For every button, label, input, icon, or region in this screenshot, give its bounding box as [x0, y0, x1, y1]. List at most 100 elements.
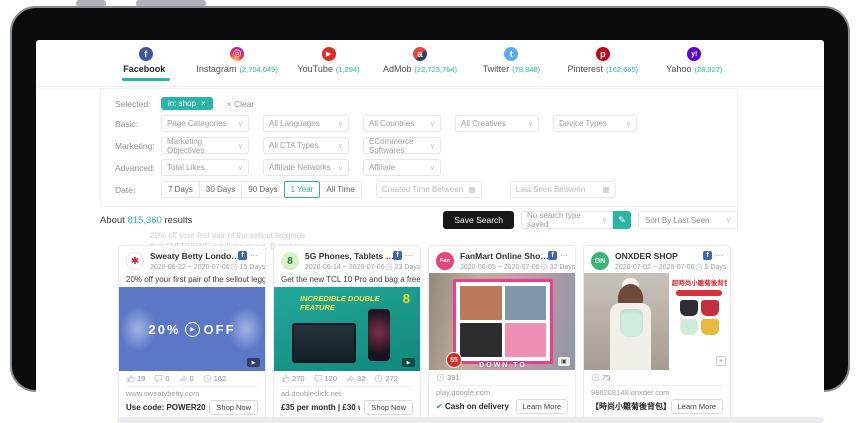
ad-domain-link[interactable]: 986208148.onxder.com — [584, 386, 730, 398]
ecommerce-softwares-select[interactable]: ECommerce Softwares∨ — [363, 137, 441, 154]
chevron-down-icon: ∨ — [430, 164, 435, 172]
tab-label: Instagram — [196, 64, 236, 74]
play-icon[interactable]: ▶ — [185, 322, 200, 337]
date-range-7-days[interactable]: 7 Days — [161, 181, 200, 198]
clear-filters-link[interactable]: × Clear — [227, 99, 255, 109]
date-range-30-days[interactable]: 30 Days — [199, 181, 242, 198]
more-options-icon[interactable]: ⋯ — [715, 251, 723, 260]
ad-card-sweaty-betty[interactable]: ✱ Sweaty Betty London | Wom… f ⋯ 2020-06… — [118, 245, 266, 423]
ad-date-range: 2020-06-05 ~ 2020-07-06 — [460, 264, 540, 271]
created-time-between-input[interactable]: Created Time Between▦ — [376, 181, 482, 198]
product-tile — [460, 323, 502, 357]
affiliate-select[interactable]: Affiliate∨ — [363, 159, 441, 176]
facebook-badge-icon: f — [703, 251, 712, 260]
tab-youtube[interactable]: ▶ YouTube(1,294) — [283, 40, 374, 86]
backpack-thumb — [701, 300, 719, 316]
tab-twitter[interactable]: t Twitter(78,848) — [466, 40, 557, 86]
date-range-all-time[interactable]: All Time — [319, 181, 361, 198]
date-range-1-year[interactable]: 1 Year — [284, 181, 321, 198]
advertiser-title[interactable]: 5G Phones, Tablets & SIMs | … — [305, 251, 397, 261]
backpack-illustration — [620, 309, 643, 337]
sort-by-select[interactable]: Sort By Last Seen∨ — [638, 211, 738, 229]
saved-search-select[interactable]: No search type saved∨ — [521, 211, 613, 229]
ad-date-range: 2020-06-14 ~ 2020-07-06 — [305, 264, 385, 271]
tab-count: (78,848) — [512, 65, 540, 74]
tab-label: Yahoo — [666, 64, 691, 74]
shop-now-button[interactable]: Shop Now — [209, 400, 258, 415]
chevron-down-icon: ∨ — [238, 164, 243, 172]
filter-row-advanced: Advanced: Total Likes∨ Affiliate Network… — [115, 159, 737, 176]
video-indicator-icon: ▶ — [247, 358, 260, 367]
marketing-objectives-select[interactable]: Marketing Objectives∨ — [161, 137, 249, 154]
more-options-icon[interactable]: ⋯ — [560, 251, 568, 260]
ad-headline: 【時尚小雛菊後背包】小雛菊刺… — [591, 401, 667, 412]
advertiser-avatar[interactable]: 8 — [281, 252, 299, 270]
results-count-value: 815,360 — [127, 215, 161, 226]
chevron-down-icon: ∨ — [338, 164, 343, 172]
ad-card-fanmart[interactable]: Fan FanMart Online Shopping - F… f ⋯ 202… — [428, 245, 576, 423]
model-photo — [584, 273, 669, 370]
date-range-segmented-control: 7 Days 30 Days 90 Days 1 Year All Time — [161, 181, 362, 198]
chevron-down-icon: ∨ — [430, 120, 435, 128]
cta-types-select[interactable]: All CTA Types∨ — [263, 137, 349, 154]
ad-creative-image[interactable]: 20% ▶ OFF ▶ — [119, 287, 265, 371]
more-options-icon[interactable]: ⋯ — [250, 251, 258, 260]
tab-count: (22,723,764) — [414, 65, 457, 74]
chip-close-icon[interactable]: × — [201, 99, 206, 108]
clock-icon — [374, 374, 383, 383]
ad-date-range: 2020-07-02 ~ 2020-07-06 — [615, 264, 695, 271]
ad-headline: Use code: POWER20 — [126, 403, 205, 412]
ad-card-onxder[interactable]: ON ONXDER SHOP f ⋯ 2020-07-02 ~ 2020-07-… — [583, 245, 731, 423]
facebook-icon: f — [139, 47, 153, 61]
ad-creative-image[interactable]: DOWN TO $5 ▣ — [429, 273, 575, 370]
device-types-select[interactable]: Device Types∨ — [553, 115, 637, 132]
date-range-90-days[interactable]: 90 Days — [241, 181, 284, 198]
ad-domain-link[interactable]: ad.doubleclick.net — [274, 387, 420, 399]
selected-filter-chip[interactable]: in: shop × — [161, 97, 213, 110]
product-tile — [505, 323, 547, 357]
last-seen-between-input[interactable]: Last Seen Between▦ — [510, 181, 616, 198]
tab-pinterest[interactable]: p Pinterest(162,665) — [557, 40, 648, 86]
languages-select[interactable]: All Languages∨ — [263, 115, 349, 132]
more-options-icon[interactable]: ⋯ — [405, 251, 413, 260]
tab-yahoo[interactable]: y! Yahoo(28,027) — [649, 40, 740, 86]
ad-creative-image[interactable]: 超時尚小雛菊後背包 + — [584, 273, 730, 370]
ad-domain-link[interactable]: play.google.com — [429, 386, 575, 398]
tab-count: (162,665) — [606, 65, 638, 74]
tab-label: Twitter — [483, 64, 510, 74]
save-search-button[interactable]: Save Search — [443, 211, 514, 229]
page-categories-select[interactable]: Page Categories∨ — [161, 115, 249, 132]
ad-card-5g-phones[interactable]: 8 5G Phones, Tablets & SIMs | … f ⋯ 2020… — [273, 245, 421, 423]
ad-creative-image[interactable]: INCREDIBLE DOUBLE FEATURE 8 ▶ — [274, 287, 420, 371]
shop-now-button[interactable]: Shop Now — [364, 400, 413, 415]
advertiser-avatar[interactable]: ✱ — [126, 252, 144, 270]
advertiser-title[interactable]: ONXDER SHOP — [615, 251, 707, 261]
edit-saved-search-button[interactable]: ✎ — [613, 211, 631, 229]
backpack-thumb — [680, 319, 698, 335]
learn-more-button[interactable]: Learn More — [516, 399, 568, 414]
advertiser-title[interactable]: Sweaty Betty London | Wom… — [150, 251, 242, 261]
chevron-down-icon: ∨ — [626, 120, 631, 128]
tab-admob[interactable]: a AdMob(22,723,764) — [374, 40, 465, 86]
learn-more-button[interactable]: Learn More — [671, 399, 723, 414]
advertiser-avatar[interactable]: ON — [591, 252, 609, 270]
ad-domain-link[interactable]: www.sweatybetty.com — [119, 387, 265, 399]
results-count-text: About 815,360 results — [100, 215, 192, 226]
countries-select[interactable]: All Countries∨ — [363, 115, 441, 132]
creatives-select[interactable]: All Creatives∨ — [455, 115, 539, 132]
creative-caption: DOWN TO — [453, 362, 553, 369]
advertiser-avatar[interactable]: Fan — [436, 252, 454, 270]
expand-icon[interactable]: + — [716, 356, 726, 366]
advertiser-title[interactable]: FanMart Online Shopping - F… — [460, 251, 552, 261]
tab-instagram[interactable]: ◎ Instagram(2,704,049) — [191, 40, 282, 86]
like-icon — [281, 374, 290, 383]
ad-text: 20% off your first pair of the sellout l… — [119, 273, 265, 287]
calendar-icon: ▦ — [468, 185, 476, 194]
tab-count: (1,294) — [336, 65, 360, 74]
brand-badge: 8 — [403, 291, 410, 306]
tab-facebook[interactable]: f Facebook — [100, 40, 191, 86]
total-likes-select[interactable]: Total Likes∨ — [161, 159, 249, 176]
affiliate-networks-select[interactable]: Affiliate Networks∨ — [263, 159, 349, 176]
chevron-down-icon: ∨ — [338, 142, 343, 150]
engagement-stats: 19 0 0 162 — [119, 371, 265, 385]
